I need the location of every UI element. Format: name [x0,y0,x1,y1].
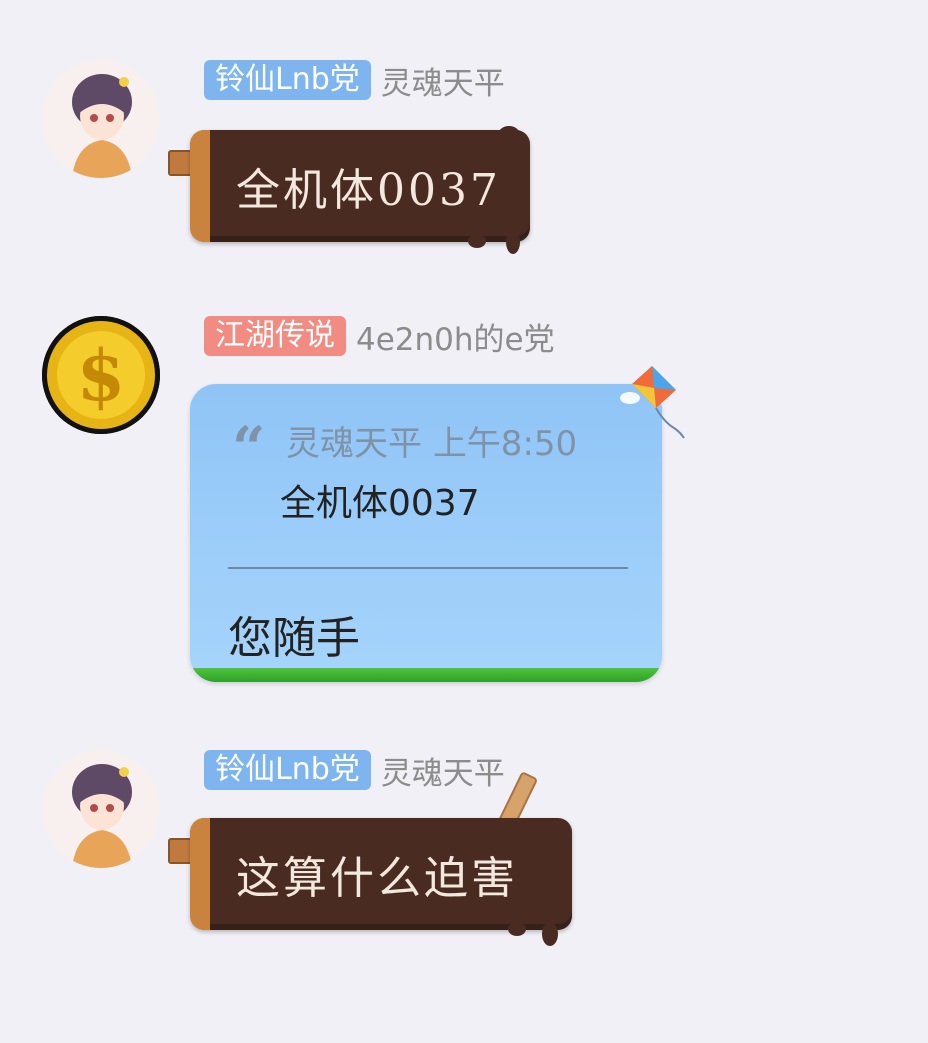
title-badge: 江湖传说 [204,316,346,356]
user-avatar[interactable] [42,60,160,178]
sender-name[interactable]: 灵魂天平 [381,748,505,793]
message-text: 全机体0037 [236,165,501,216]
bubble-body: 全机体0037 [190,130,530,242]
dollar-coin-avatar-icon: $ [42,316,160,434]
chocolate-drip [506,230,520,254]
message-header: 铃仙Lnb党 灵魂天平 [204,748,505,793]
quote-icon: “ [232,414,266,482]
chocolate-drip [542,922,558,946]
title-badge: 铃仙Lnb党 [204,60,371,100]
bubble-body: 这算什么迫害 [190,818,572,930]
quote-text[interactable]: 全机体0037 [280,474,480,526]
user-avatar[interactable]: $ [42,316,160,434]
chocolate-drip [508,922,526,936]
quote-author: 灵魂天平 [286,424,422,464]
message-bubble[interactable]: “ 灵魂天平 上午8:50 全机体0037 您随手 [190,384,662,682]
anime-girl-avatar-icon [42,60,160,178]
divider [228,567,628,569]
message-bubble[interactable]: 全机体0037 [168,126,548,255]
chocolate-drip [556,906,568,920]
grass-decoration [190,668,662,682]
chocolate-drip [498,126,520,144]
sender-name[interactable]: 灵魂天平 [381,58,505,103]
svg-text:$: $ [77,334,126,417]
quote-meta: 灵魂天平 上午8:50 [286,416,577,465]
message-header: 铃仙Lnb党 灵魂天平 [204,58,505,103]
kite-icon [620,366,685,439]
message-text: 您随手 [228,613,360,664]
title-badge: 铃仙Lnb党 [204,750,371,790]
user-avatar[interactable] [42,750,160,868]
anime-girl-avatar-icon [42,750,160,868]
sender-name[interactable]: 4e2n0h的e党 [356,314,555,359]
quote-time: 上午8:50 [432,424,578,464]
message-text: 这算什么迫害 [236,853,518,904]
message-header: 江湖传说 4e2n0h的e党 [204,314,555,359]
chocolate-drip [468,234,486,248]
message-bubble[interactable]: 这算什么迫害 [168,771,588,948]
